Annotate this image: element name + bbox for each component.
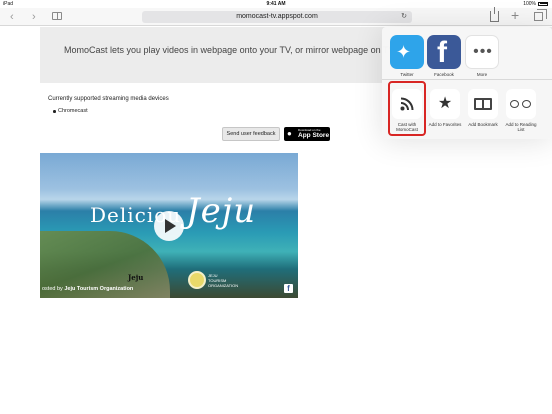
- app-store-badge[interactable]: ● Download on the App Store: [284, 127, 330, 141]
- jeju-tourism-logo-icon: [188, 271, 206, 289]
- address-bar[interactable]: momocast-tv.appspot.com ↻: [142, 11, 412, 23]
- twitter-bird-icon: ✦: [390, 35, 424, 69]
- reload-icon[interactable]: ↻: [401, 11, 407, 23]
- star-icon: ★: [430, 89, 460, 119]
- browser-toolbar: ‹ › momocast-tv.appspot.com ↻ +: [0, 7, 552, 26]
- action-label: Add Bookmark: [468, 122, 498, 127]
- video-title-main: Jeju: [186, 191, 257, 231]
- jeju-org-text: JEJU TOURISM ORGANIZATION: [208, 273, 238, 288]
- video-player[interactable]: Deliciou Jeju Jeju JEJU TOURISM ORGANIZAT…: [40, 153, 298, 298]
- play-button[interactable]: [154, 211, 184, 241]
- action-add-reading-list[interactable]: Add to Reading List: [504, 89, 538, 132]
- share-sheet-divider: [382, 79, 552, 80]
- send-feedback-button[interactable]: Send user feedback: [222, 127, 280, 141]
- facebook-f-icon: f: [427, 35, 461, 69]
- cast-highlight-box: [388, 81, 426, 136]
- status-bar: iPad 9:41 AM 100%: [0, 0, 552, 8]
- more-dots-icon: •••: [465, 35, 499, 69]
- share-icon[interactable]: [490, 7, 499, 22]
- app-label: Facebook: [434, 72, 454, 77]
- caption-prefix: osted by: [42, 286, 65, 292]
- app-label: More: [476, 72, 488, 77]
- action-add-bookmark[interactable]: Add Bookmark: [466, 89, 500, 127]
- video-overlay-jeju: Jeju: [128, 273, 144, 282]
- appstore-big-text: App Store: [298, 132, 330, 139]
- action-label: Add to Favorites: [428, 122, 462, 127]
- new-tab-icon[interactable]: +: [511, 8, 519, 22]
- app-label: Twitter: [400, 72, 414, 77]
- action-add-favorites[interactable]: ★ Add to Favorites: [428, 89, 462, 127]
- jeju-org-line3: ORGANIZATION: [208, 283, 239, 288]
- battery-percent: 100%: [523, 1, 536, 7]
- bookmarks-icon[interactable]: [52, 12, 62, 20]
- tabs-icon[interactable]: [534, 9, 547, 21]
- glasses-icon: [506, 89, 536, 119]
- facebook-icon[interactable]: f: [284, 284, 293, 293]
- action-label: Add to Reading List: [505, 122, 537, 132]
- book-icon: [468, 89, 498, 119]
- share-app-twitter[interactable]: ✦ Twitter: [390, 35, 424, 77]
- battery-icon: [538, 1, 548, 6]
- back-icon[interactable]: ‹: [10, 10, 14, 24]
- apple-logo-icon: ●: [287, 129, 292, 138]
- caption-org: Jeju Tourism Organization: [64, 286, 134, 292]
- share-app-more[interactable]: ••• More: [465, 35, 499, 77]
- forward-icon[interactable]: ›: [32, 10, 36, 24]
- share-app-facebook[interactable]: f Facebook: [427, 35, 461, 77]
- video-caption: osted by Jeju Tourism Organization: [42, 286, 133, 292]
- url-text: momocast-tv.appspot.com: [236, 13, 318, 20]
- battery-status: 100%: [523, 1, 548, 7]
- device-list-item: Chromecast: [53, 108, 88, 114]
- intro-text: MomoCast lets you play videos in webpage…: [64, 45, 397, 55]
- devices-heading: Currently supported streaming media devi…: [48, 96, 169, 102]
- clock: 9:41 AM: [266, 1, 286, 7]
